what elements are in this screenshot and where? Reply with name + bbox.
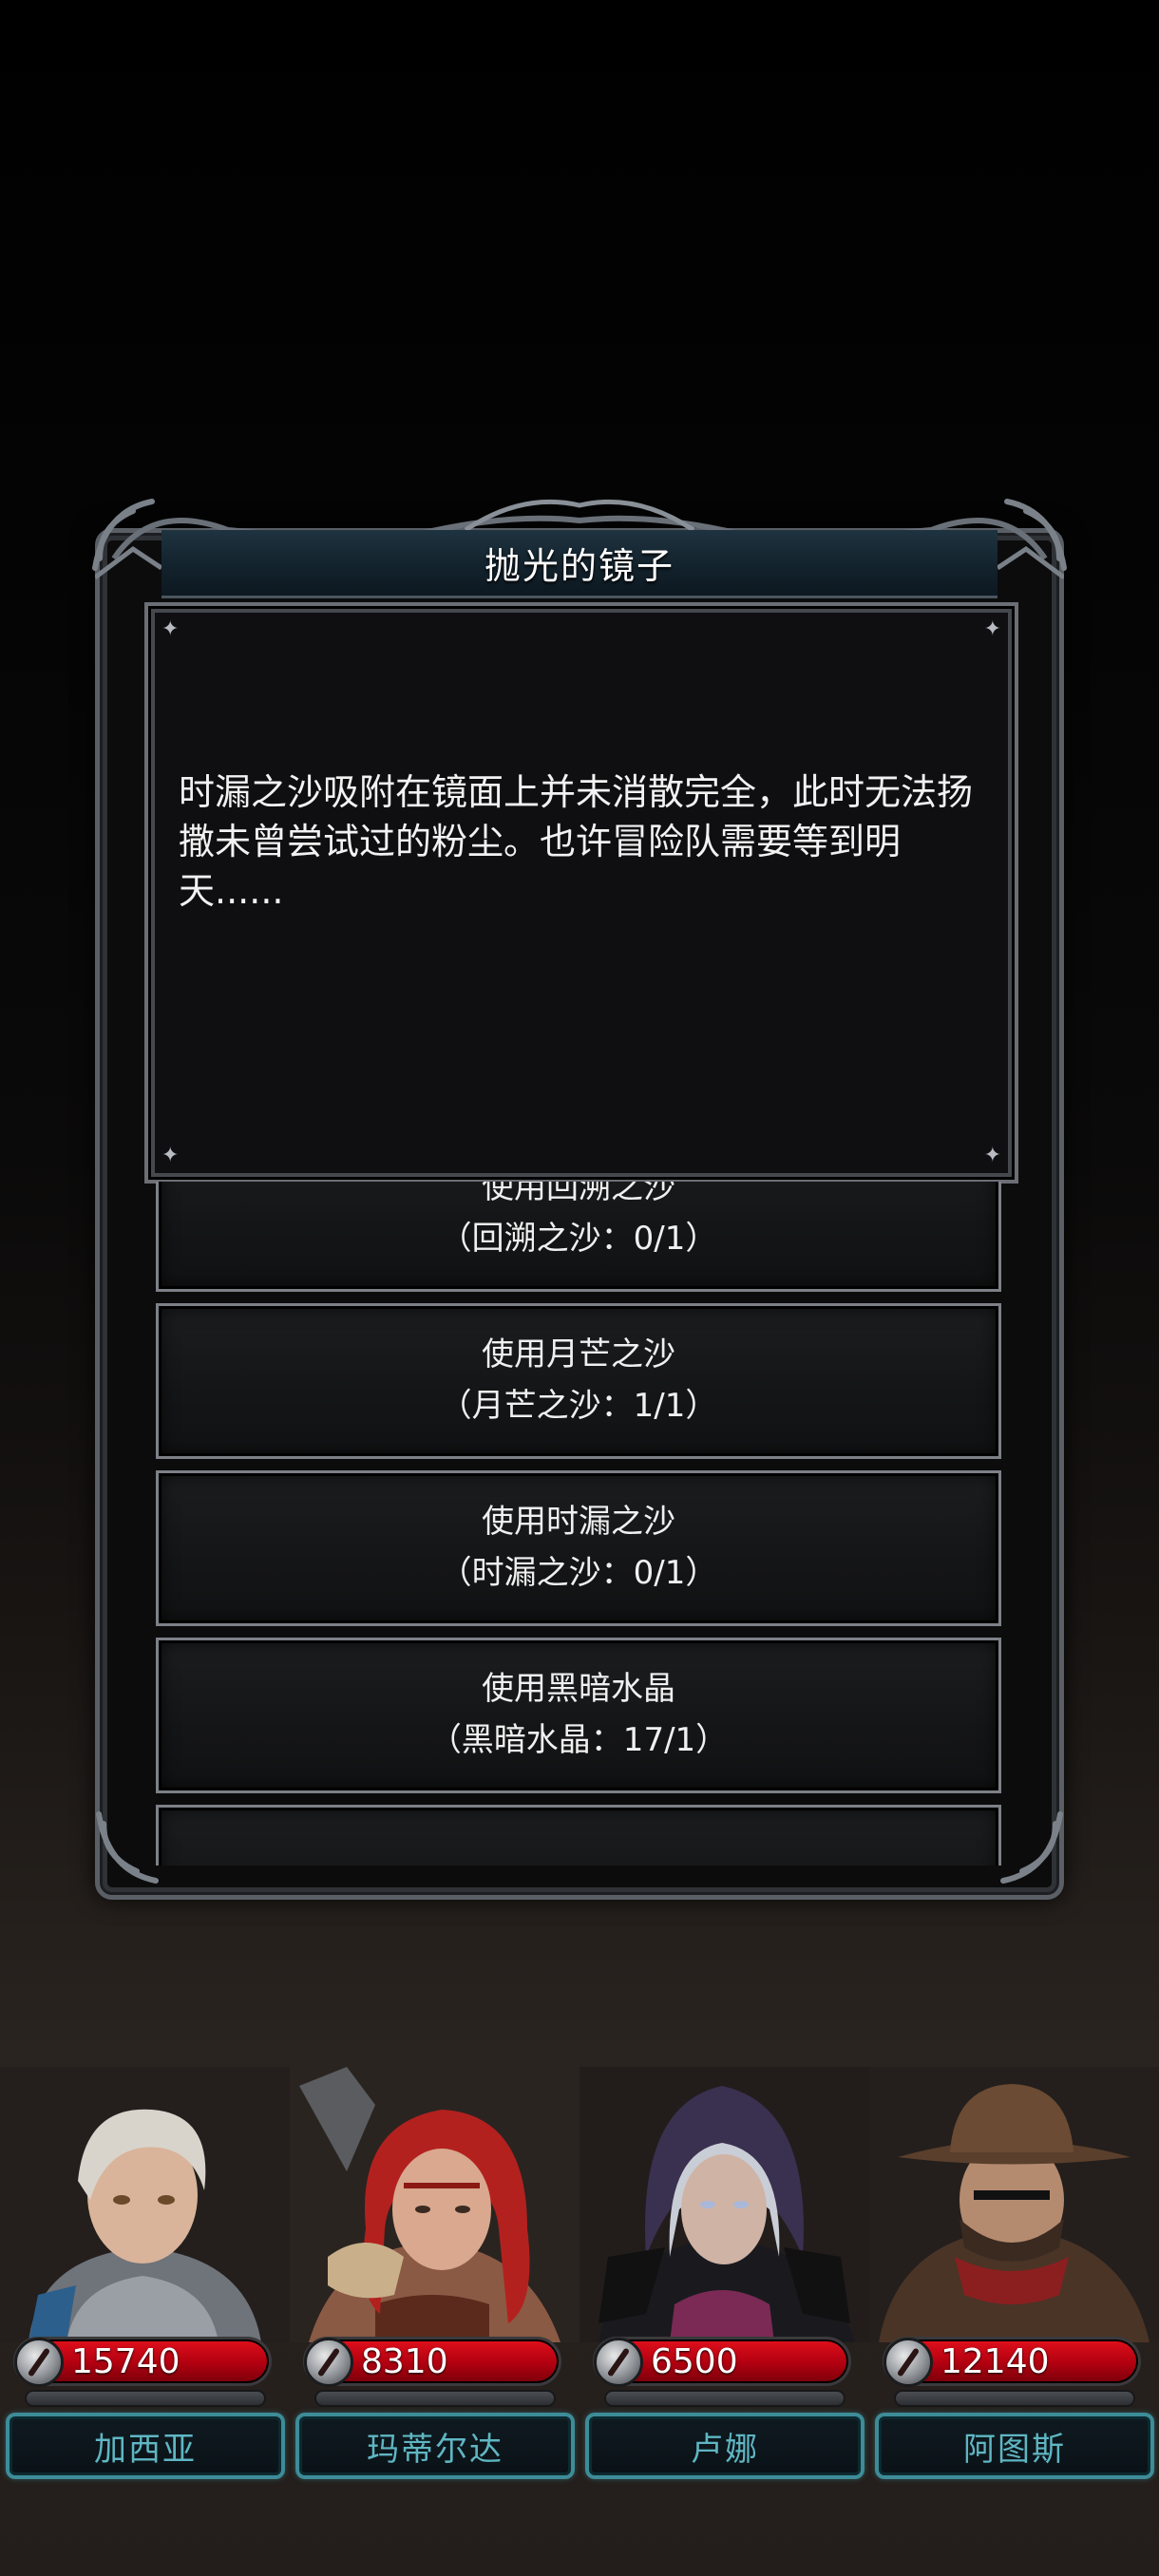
member-name: 阿图斯 — [963, 2430, 1066, 2469]
option-use-moonlight-sand[interactable]: 使用月芒之沙 （月芒之沙：1/1） — [156, 1303, 1001, 1459]
title-bar: 抛光的镜子 — [162, 530, 998, 598]
name-plate[interactable]: 玛蒂尔达 — [295, 2413, 575, 2479]
option-requirement: （月芒之沙：1/1） — [439, 1387, 718, 1425]
cowboy-gunslinger-portrait — [869, 2067, 1159, 2342]
option-label: 使用回溯之沙 — [482, 1182, 675, 1206]
claw-ornament-top-left — [92, 499, 155, 571]
hp-value: 12140 — [940, 2342, 1050, 2381]
claw-ornament-bottom-right — [1000, 1811, 1063, 1884]
hp-bar: 12140 — [883, 2337, 1141, 2387]
member-name: 加西亚 — [94, 2430, 197, 2469]
hp-value: 8310 — [361, 2342, 448, 2381]
option-use-hourglass-sand[interactable]: 使用时漏之沙 （时漏之沙：0/1） — [156, 1470, 1001, 1626]
red-haired-warrior-portrait — [290, 2067, 580, 2342]
option-label: 使用月芒之沙 — [482, 1335, 675, 1373]
event-dialog: 抛光的镜子 ✦ ✦ ✦ ✦ 时漏之沙吸附在镜面上并未消散完全，此时无法扬撒未曾尝… — [92, 492, 1067, 1900]
claw-ornament-top-right — [1004, 499, 1067, 571]
name-plate[interactable]: 阿图斯 — [875, 2413, 1154, 2479]
hp-bar: 6500 — [593, 2337, 851, 2387]
narrative-box: ✦ ✦ ✦ ✦ 时漏之沙吸附在镜面上并未消散完全，此时无法扬撒未曾尝试过的粉尘。… — [144, 602, 1018, 1184]
option-list[interactable]: 使用回溯之沙 （回溯之沙：0/1） 使用月芒之沙 （月芒之沙：1/1） 使用时漏… — [156, 1182, 1001, 1866]
option-requirement: （时漏之沙：0/1） — [439, 1554, 718, 1592]
sub-gauge — [25, 2390, 266, 2407]
sword-icon — [594, 2338, 643, 2387]
sword-icon — [14, 2338, 64, 2387]
sword-icon — [884, 2338, 933, 2387]
option-use-dark-crystal[interactable]: 使用黑暗水晶 （黑暗水晶：17/1） — [156, 1638, 1001, 1793]
sparkle-icon: ✦ — [162, 617, 180, 641]
party-member-2[interactable]: 8310 玛蒂尔达 — [290, 2067, 580, 2513]
option-requirement: （回溯之沙：0/1） — [439, 1220, 718, 1258]
claw-ornament-bottom-left — [96, 1811, 159, 1884]
young-knight-portrait — [0, 2067, 290, 2342]
game-screen: 抛光的镜子 ✦ ✦ ✦ ✦ 时漏之沙吸附在镜面上并未消散完全，此时无法扬撒未曾尝… — [0, 0, 1159, 2576]
name-plate[interactable]: 加西亚 — [6, 2413, 285, 2479]
sparkle-icon: ✦ — [983, 617, 1001, 641]
sub-gauge — [604, 2390, 846, 2407]
party-member-3[interactable]: 6500 卢娜 — [580, 2067, 869, 2513]
hooded-mage-portrait — [580, 2067, 869, 2342]
sub-gauge — [894, 2390, 1135, 2407]
option-requirement: （黑暗水晶：17/1） — [428, 1721, 729, 1759]
narrative-text: 时漏之沙吸附在镜面上并未消散完全，此时无法扬撒未曾尝试过的粉尘。也许冒险队需要等… — [179, 771, 974, 912]
sword-icon — [304, 2338, 353, 2387]
party-bar: 15740 加西亚 8310 玛蒂尔达 6500 卢娜 12140 阿图斯 — [0, 2067, 1159, 2513]
hp-bar: 8310 — [303, 2337, 561, 2387]
party-member-4[interactable]: 12140 阿图斯 — [869, 2067, 1159, 2513]
option-label: 使用时漏之沙 — [482, 1503, 675, 1541]
name-plate[interactable]: 卢娜 — [585, 2413, 864, 2479]
hp-value: 6500 — [651, 2342, 738, 2381]
option-next-partial[interactable] — [156, 1805, 1001, 1866]
sub-gauge — [314, 2390, 556, 2407]
option-label: 使用黑暗水晶 — [482, 1670, 675, 1708]
dialog-title: 抛光的镜子 — [484, 545, 674, 587]
member-name: 卢娜 — [691, 2430, 759, 2469]
sparkle-icon: ✦ — [983, 1144, 1001, 1167]
member-name: 玛蒂尔达 — [367, 2430, 504, 2469]
option-use-rewind-sand[interactable]: 使用回溯之沙 （回溯之沙：0/1） — [156, 1182, 1001, 1292]
hp-bar: 15740 — [13, 2337, 272, 2387]
party-member-1[interactable]: 15740 加西亚 — [0, 2067, 290, 2513]
sparkle-icon: ✦ — [162, 1144, 180, 1167]
hp-value: 15740 — [71, 2342, 180, 2381]
